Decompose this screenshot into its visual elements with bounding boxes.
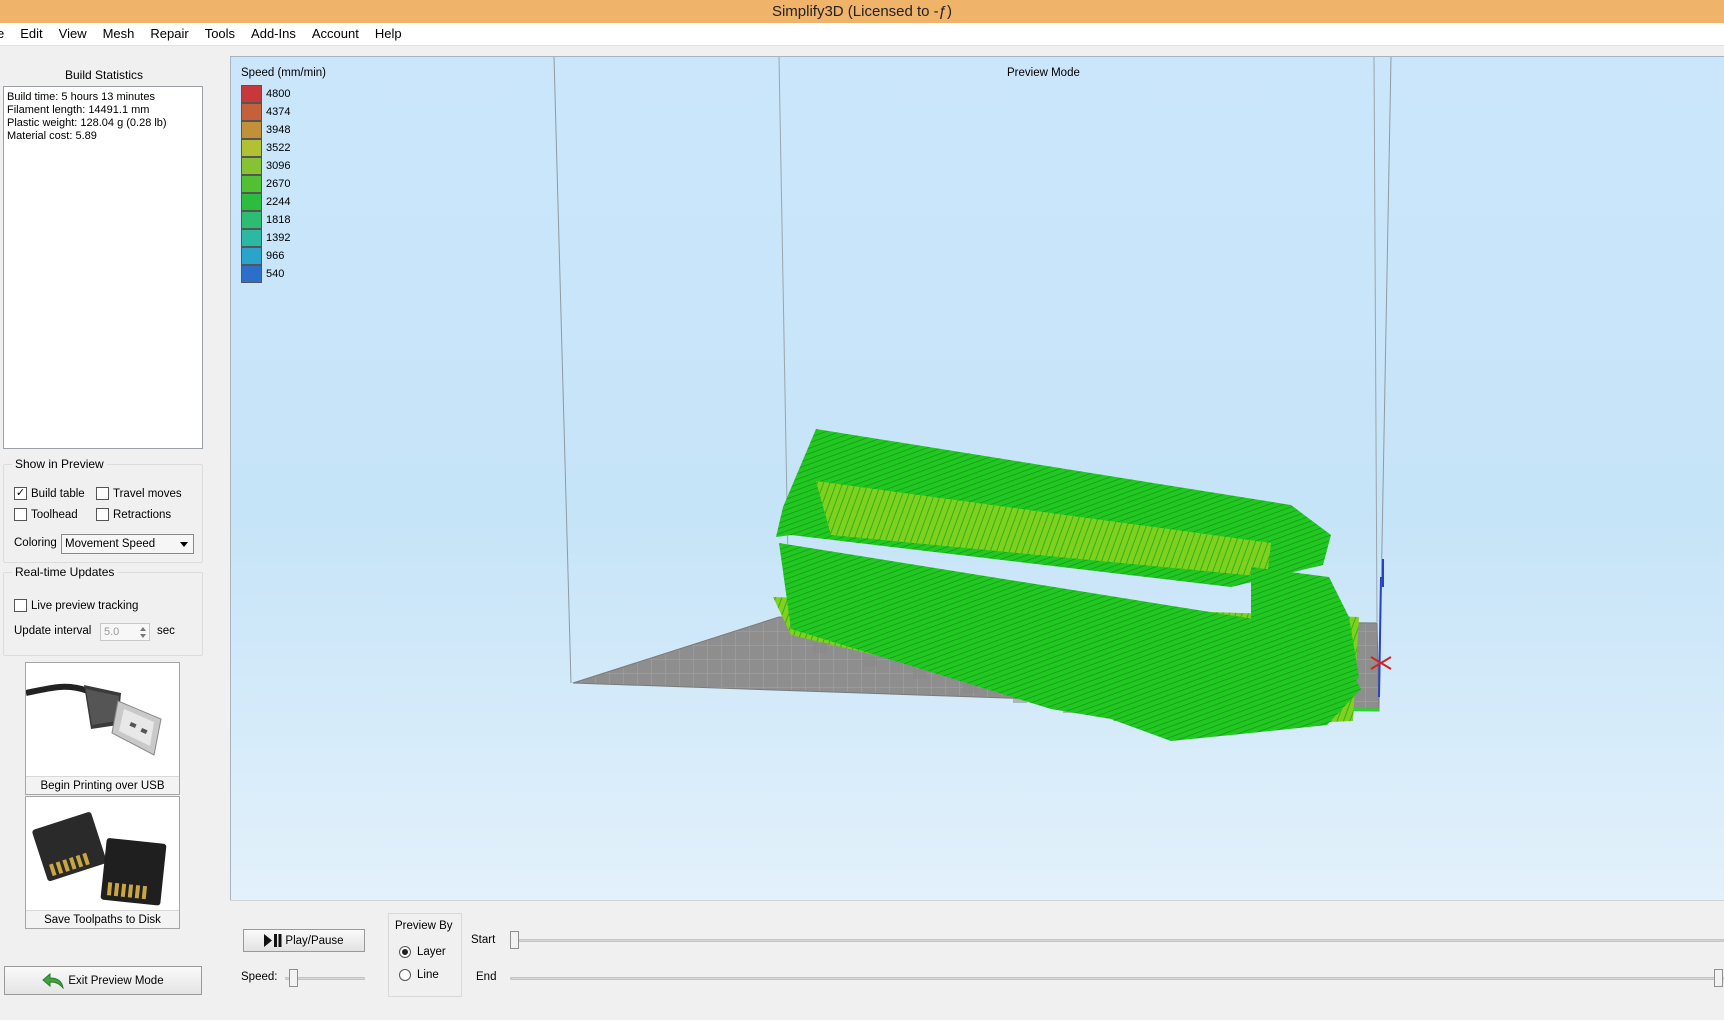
preview-by-line-radio[interactable]: Line bbox=[399, 969, 439, 981]
checkbox-checked-icon: ✓ bbox=[14, 487, 27, 500]
back-arrow-icon bbox=[42, 972, 65, 989]
legend-swatch bbox=[241, 193, 262, 211]
legend-swatch bbox=[241, 85, 262, 103]
legend-row: 4374 bbox=[241, 103, 290, 121]
begin-printing-usb-label: Begin Printing over USB bbox=[26, 776, 179, 794]
legend-swatch bbox=[241, 247, 262, 265]
legend-swatch bbox=[241, 175, 262, 193]
coloring-select[interactable]: Movement Speed bbox=[61, 534, 194, 554]
coloring-label: Coloring bbox=[14, 537, 57, 549]
checkbox-empty-icon bbox=[14, 599, 27, 612]
legend-row: 1392 bbox=[241, 229, 290, 247]
checkbox-empty-icon bbox=[14, 508, 27, 521]
end-slider-handle[interactable] bbox=[1714, 969, 1723, 987]
update-interval-spinbox[interactable]: 5.0 bbox=[100, 623, 150, 641]
start-slider-handle[interactable] bbox=[510, 931, 519, 949]
legend-title: Speed (mm/min) bbox=[241, 67, 326, 79]
radio-selected-icon bbox=[399, 946, 411, 958]
start-slider-track[interactable] bbox=[510, 939, 1724, 942]
legend-swatch bbox=[241, 103, 262, 121]
speed-slider-handle[interactable] bbox=[289, 969, 298, 987]
menu-mesh[interactable]: Mesh bbox=[95, 23, 143, 45]
speed-label: Speed: bbox=[241, 971, 278, 983]
menu-edit[interactable]: Edit bbox=[12, 23, 50, 45]
sd-card-icon bbox=[26, 797, 179, 910]
stat-material-cost: Material cost: 5.89 bbox=[7, 130, 97, 142]
retractions-checkbox[interactable]: Retractions bbox=[96, 508, 171, 521]
build-statistics-title: Build Statistics bbox=[64, 68, 144, 82]
legend-row: 2244 bbox=[241, 193, 290, 211]
travel-moves-checkbox[interactable]: Travel moves bbox=[96, 487, 182, 500]
start-label: Start bbox=[471, 934, 496, 946]
stat-filament-length: Filament length: 14491.1 mm bbox=[7, 104, 150, 116]
legend-swatch bbox=[241, 157, 262, 175]
build-table-checkbox[interactable]: ✓ Build table bbox=[14, 487, 85, 500]
legend-row: 540 bbox=[241, 265, 290, 283]
3d-viewport[interactable]: Speed (mm/min) 4800 4374 3948 3522 3096 … bbox=[230, 56, 1724, 900]
checkbox-empty-icon bbox=[96, 487, 109, 500]
checkbox-empty-icon bbox=[96, 508, 109, 521]
left-panel: Build Statistics Build time: 5 hours 13 … bbox=[0, 56, 208, 1014]
realtime-updates-title: Real-time Updates bbox=[12, 565, 118, 579]
show-in-preview-title: Show in Preview bbox=[12, 457, 107, 471]
end-slider-track[interactable] bbox=[510, 977, 1724, 980]
update-interval-unit: sec bbox=[157, 625, 175, 637]
playback-panel: Play/Pause Speed: Preview By Layer Line … bbox=[230, 900, 1724, 1020]
usb-cable-icon bbox=[26, 663, 179, 776]
legend-row: 3096 bbox=[241, 157, 290, 175]
legend-row: 3522 bbox=[241, 139, 290, 157]
legend-swatch bbox=[241, 121, 262, 139]
legend-swatch bbox=[241, 229, 262, 247]
legend-row: 3948 bbox=[241, 121, 290, 139]
preview-by-layer-radio[interactable]: Layer bbox=[399, 946, 446, 958]
stat-build-time: Build time: 5 hours 13 minutes bbox=[7, 91, 155, 103]
menu-file[interactable]: e bbox=[0, 23, 12, 45]
toolhead-checkbox[interactable]: Toolhead bbox=[14, 508, 78, 521]
show-in-preview-group: Show in Preview ✓ Build table Travel mov… bbox=[3, 457, 203, 563]
legend-row: 2670 bbox=[241, 175, 290, 193]
legend-swatch bbox=[241, 265, 262, 283]
end-label: End bbox=[476, 971, 497, 983]
update-interval-label: Update interval bbox=[14, 625, 92, 637]
z-axis-marker bbox=[1378, 576, 1382, 698]
legend-swatch bbox=[241, 139, 262, 157]
menu-tools[interactable]: Tools bbox=[197, 23, 243, 45]
menu-bar: e Edit View Mesh Repair Tools Add-Ins Ac… bbox=[0, 23, 1724, 46]
live-preview-tracking-checkbox[interactable]: Live preview tracking bbox=[14, 599, 138, 612]
menu-repair[interactable]: Repair bbox=[142, 23, 196, 45]
menu-view[interactable]: View bbox=[51, 23, 95, 45]
frame-line bbox=[553, 57, 572, 684]
preview-scene bbox=[553, 57, 1392, 741]
menu-add-ins[interactable]: Add-Ins bbox=[243, 23, 304, 45]
window-title: Simplify3D (Licensed to -ƒ) bbox=[0, 0, 1724, 23]
begin-printing-usb-button[interactable]: Begin Printing over USB bbox=[25, 662, 180, 795]
legend-row: 966 bbox=[241, 247, 290, 265]
spin-up-icon[interactable] bbox=[140, 627, 146, 631]
realtime-updates-group: Real-time Updates Live preview tracking … bbox=[3, 565, 203, 656]
save-toolpaths-button[interactable]: Save Toolpaths to Disk bbox=[25, 796, 180, 929]
menu-account[interactable]: Account bbox=[304, 23, 367, 45]
preview-by-title: Preview By bbox=[395, 920, 453, 932]
preview-mode-label: Preview Mode bbox=[1007, 67, 1080, 79]
menu-help[interactable]: Help bbox=[367, 23, 410, 45]
legend-row: 4800 bbox=[241, 85, 290, 103]
exit-preview-button[interactable]: Exit Preview Mode bbox=[4, 966, 202, 995]
speed-legend: 4800 4374 3948 3522 3096 2670 2244 1818 … bbox=[241, 85, 290, 283]
build-statistics-box[interactable]: Build time: 5 hours 13 minutes Filament … bbox=[3, 86, 203, 449]
preview-by-group: Preview By Layer Line bbox=[388, 913, 462, 997]
spin-down-icon[interactable] bbox=[140, 634, 146, 638]
stat-plastic-weight: Plastic weight: 128.04 g (0.28 lb) bbox=[7, 117, 167, 129]
save-toolpaths-label: Save Toolpaths to Disk bbox=[26, 910, 179, 928]
chevron-down-icon bbox=[180, 542, 188, 547]
frame-line bbox=[1373, 57, 1378, 623]
radio-empty-icon bbox=[399, 969, 411, 981]
legend-row: 1818 bbox=[241, 211, 290, 229]
play-pause-icon bbox=[264, 934, 282, 947]
legend-swatch bbox=[241, 211, 262, 229]
play-pause-button[interactable]: Play/Pause bbox=[243, 929, 365, 952]
